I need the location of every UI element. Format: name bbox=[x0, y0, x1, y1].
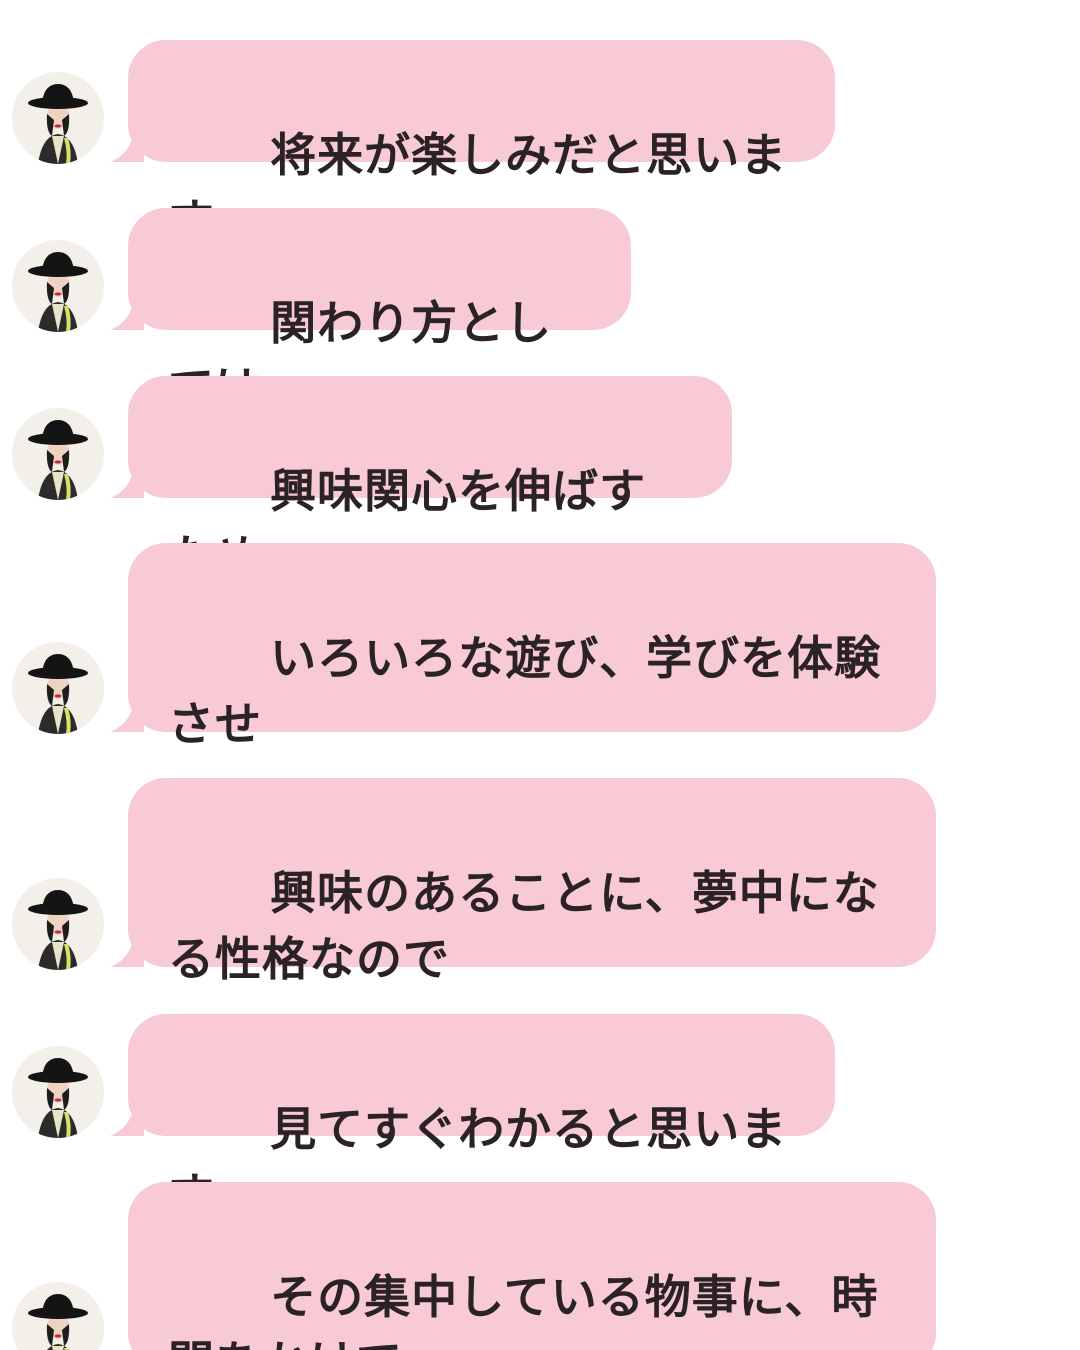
message-bubble: 関わり方としては bbox=[128, 208, 631, 416]
bubble-tail bbox=[110, 937, 144, 967]
message-text: 興味のあることに、夢中になる性格なので bbox=[168, 866, 880, 986]
bubble-tail bbox=[110, 300, 144, 330]
chat-thread: 将来が楽しみだと思います 関わり方としては 興味関心を伸ばすため いろいろな遊び… bbox=[0, 0, 1080, 1350]
message-text: その集中している物事に、時間をかけて bbox=[168, 1270, 879, 1350]
bubble-tail bbox=[110, 1106, 144, 1136]
message-bubble: 見てすぐわかると思います bbox=[128, 1014, 835, 1222]
avatar-icon[interactable] bbox=[12, 72, 104, 164]
message-bubble: 興味関心を伸ばすため bbox=[128, 376, 732, 584]
message-text: いろいろな遊び、学びを体験させ bbox=[168, 631, 882, 751]
avatar-icon[interactable] bbox=[12, 642, 104, 734]
message-bubble: 将来が楽しみだと思います bbox=[128, 40, 835, 248]
bubble-tail bbox=[110, 468, 144, 498]
avatar-icon[interactable] bbox=[12, 240, 104, 332]
message-bubble: その集中している物事に、時間をかけて bbox=[128, 1182, 936, 1350]
avatar-icon[interactable] bbox=[12, 408, 104, 500]
bubble-tail bbox=[110, 132, 144, 162]
avatar-icon[interactable] bbox=[12, 1046, 104, 1138]
message-bubble: 興味のあることに、夢中になる性格なので bbox=[128, 778, 936, 986]
avatar-icon[interactable] bbox=[12, 878, 104, 970]
bubble-tail bbox=[110, 702, 144, 732]
avatar-icon[interactable] bbox=[12, 1282, 104, 1350]
message-bubble: いろいろな遊び、学びを体験させ bbox=[128, 543, 936, 751]
